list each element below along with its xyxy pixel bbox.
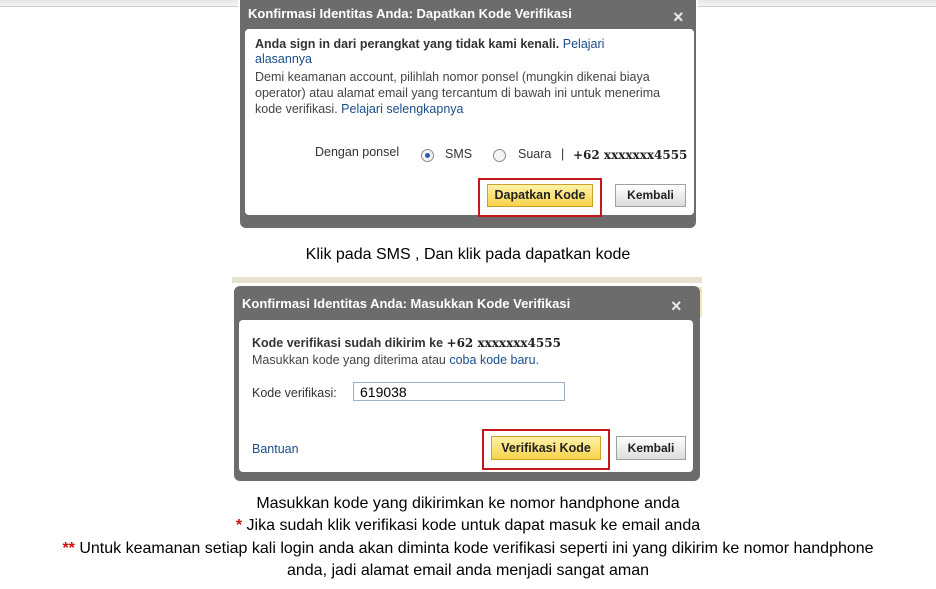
help-link[interactable]: Bantuan (252, 442, 299, 456)
note-marker: ** (62, 540, 75, 557)
verification-code-input[interactable] (353, 382, 565, 401)
new-code-link[interactable]: coba kode baru. (449, 353, 539, 367)
close-icon[interactable]: × (671, 297, 682, 315)
page-background-strip (232, 277, 702, 283)
get-code-button[interactable]: Dapatkan Kode (487, 184, 593, 207)
code-sent-text: Kode verifikasi sudah dikirim ke (252, 336, 444, 350)
code-sent-notice: Kode verifikasi sudah dikirim ke +62 xxx… (252, 336, 561, 350)
caption-note-1: * Jika sudah klik verifikasi kode untuk … (0, 517, 936, 535)
unknown-device-notice: Anda sign in dari perangkat yang tidak k… (255, 37, 655, 67)
dialog-title: Konfirmasi Identitas Anda: Masukkan Kode… (242, 296, 571, 311)
caption-note-2: ** Untuk keamanan setiap kali login anda… (0, 540, 936, 558)
back-button[interactable]: Kembali (615, 184, 686, 207)
dialog-verify-code: Konfirmasi Identitas Anda: Masukkan Kode… (234, 286, 700, 481)
enter-code-instruction: Masukkan kode yang diterima atau coba ko… (252, 353, 539, 367)
dialog-body: Kode verifikasi sudah dikirim ke +62 xxx… (239, 320, 693, 472)
learn-more-link[interactable]: Pelajari selengkapnya (341, 102, 463, 116)
sms-label[interactable]: SMS (445, 147, 472, 161)
phone-number: +62 xxxxxxx4555 (446, 336, 561, 350)
caption-step-2: Masukkan kode yang dikirimkan ke nomor h… (256, 495, 680, 512)
screenshot-get-code: Konfirmasi Identitas Anda: Dapatkan Kode… (238, 0, 698, 232)
notice-bold-text: Anda sign in dari perangkat yang tidak k… (255, 37, 560, 51)
enter-code-text: Masukkan kode yang diterima atau (252, 353, 446, 367)
close-icon[interactable]: × (673, 8, 684, 26)
separator: | (561, 147, 565, 161)
dialog-title: Konfirmasi Identitas Anda: Dapatkan Kode… (248, 6, 572, 21)
verify-code-button[interactable]: Verifikasi Kode (491, 436, 601, 460)
phone-label: Dengan ponsel (315, 145, 400, 159)
note-text: Jika sudah klik verifikasi kode untuk da… (242, 517, 701, 534)
sms-radio[interactable] (421, 149, 434, 162)
voice-radio[interactable] (493, 149, 506, 162)
caption-step-1: Klik pada SMS , Dan klik pada dapatkan k… (305, 246, 631, 263)
screenshot-verify-code: Konfirmasi Identitas Anda: Masukkan Kode… (232, 277, 702, 483)
back-button[interactable]: Kembali (616, 436, 686, 460)
dialog-get-code: Konfirmasi Identitas Anda: Dapatkan Kode… (240, 0, 696, 228)
code-label: Kode verifikasi: (252, 386, 337, 400)
note-text: Untuk keamanan setiap kali login anda ak… (74, 540, 874, 557)
dialog-body: Anda sign in dari perangkat yang tidak k… (245, 29, 694, 217)
phone-number: +62 xxxxxxx4555 (573, 148, 688, 162)
caption-note-2-continued: anda, jadi alamat email anda menjadi san… (286, 562, 649, 579)
voice-label[interactable]: Suara (518, 147, 551, 161)
security-description: Demi keamanan account, pilihlah nomor po… (255, 69, 685, 117)
